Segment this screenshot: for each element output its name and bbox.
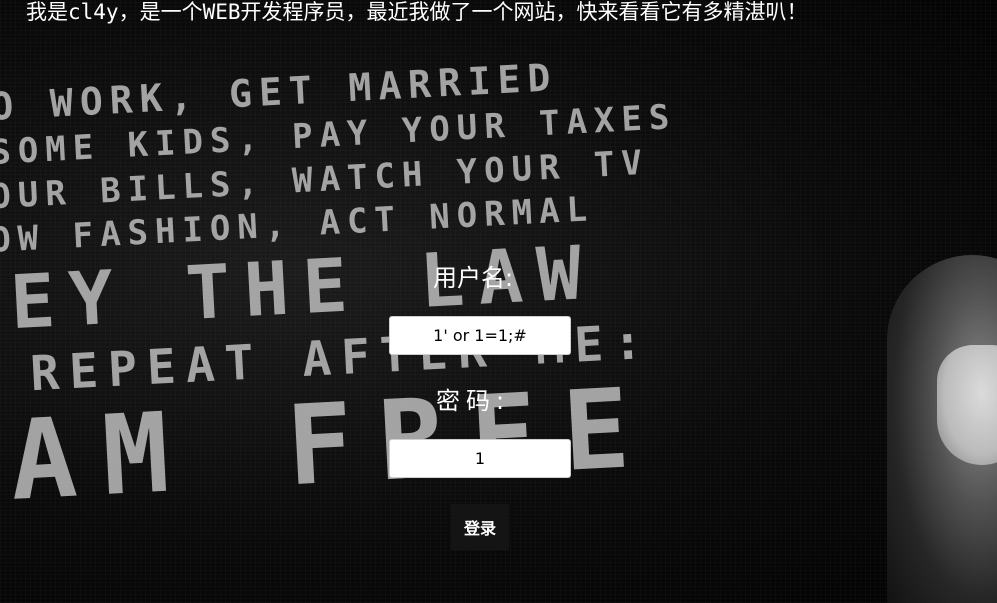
password-label: 密码:	[435, 387, 511, 415]
password-input[interactable]	[389, 439, 571, 478]
page: O WORK, GET MARRIED SOME KIDS, PAY YOUR …	[0, 0, 997, 603]
login-button[interactable]: 登录	[451, 504, 509, 550]
username-input[interactable]	[389, 316, 571, 355]
username-label: 用户名:	[432, 264, 514, 292]
login-form: 用户名: 密码: 登录	[0, 0, 997, 603]
